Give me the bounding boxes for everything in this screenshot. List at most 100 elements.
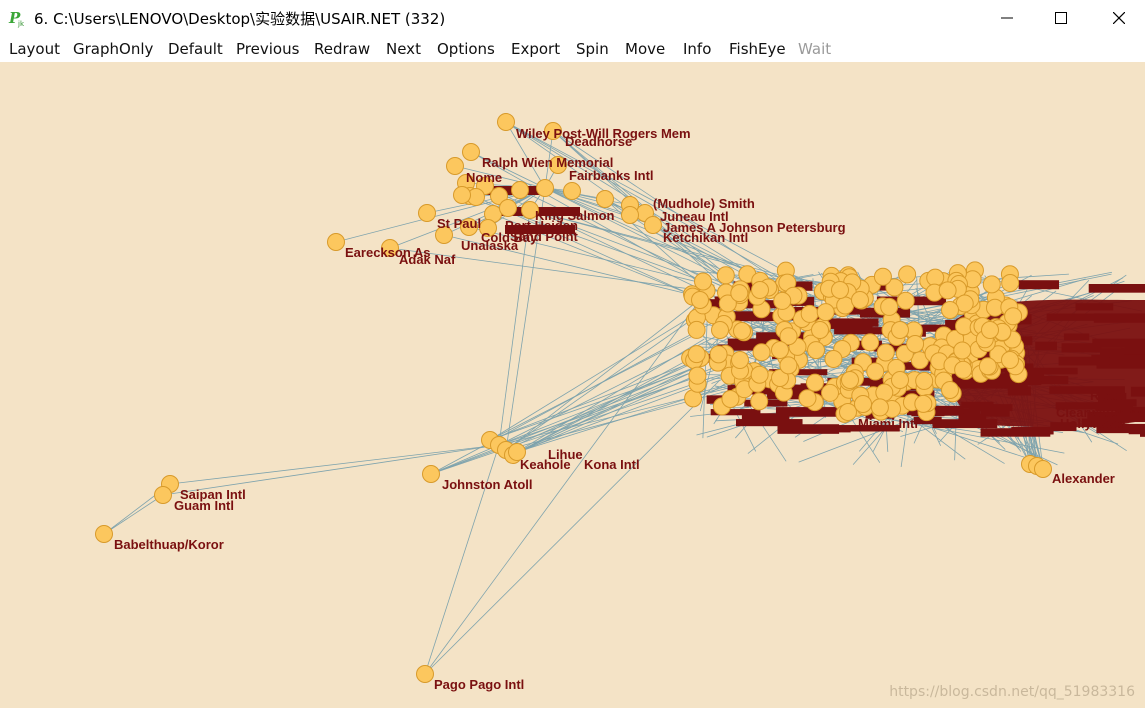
menu-redraw[interactable]: Redraw	[314, 40, 370, 58]
airport-node[interactable]	[327, 233, 345, 251]
airport-node[interactable]	[1001, 351, 1019, 369]
airport-node[interactable]	[861, 333, 880, 352]
airport-node[interactable]	[691, 291, 709, 309]
airport-node[interactable]	[896, 291, 915, 310]
menu-layout[interactable]: Layout	[9, 40, 60, 58]
airport-node[interactable]	[732, 322, 751, 341]
airport-node[interactable]	[694, 272, 713, 291]
minimize-button[interactable]	[984, 0, 1030, 36]
close-button[interactable]	[1096, 0, 1142, 36]
airport-node[interactable]	[154, 486, 172, 504]
airport-node[interactable]	[716, 266, 735, 285]
airport-node[interactable]	[926, 268, 945, 287]
airport-node[interactable]	[1004, 307, 1023, 326]
airport-node[interactable]	[462, 143, 480, 161]
menu-default[interactable]: Default	[168, 40, 223, 58]
airport-node[interactable]	[511, 181, 529, 199]
airport-node[interactable]	[824, 349, 843, 368]
airport-node[interactable]	[839, 403, 857, 421]
edge	[512, 318, 765, 456]
menu-next[interactable]: Next	[386, 40, 421, 58]
airport-node[interactable]	[771, 341, 789, 359]
airport-node[interactable]	[418, 204, 436, 222]
airport-node[interactable]	[941, 301, 959, 319]
overlapping-label-fragment	[1122, 423, 1145, 433]
airport-node[interactable]	[751, 281, 769, 299]
airport-node[interactable]	[807, 341, 826, 360]
network-graph[interactable]: Wiley Post-Will Rogers Mem Deadhorse Ral…	[0, 62, 1145, 708]
overlapping-label-fragment	[1061, 343, 1102, 353]
menu-graphonly[interactable]: GraphOnly	[73, 40, 153, 58]
menu-spin[interactable]: Spin	[576, 40, 609, 58]
airport-node[interactable]	[981, 321, 999, 339]
airport-node[interactable]	[730, 284, 749, 303]
airport-node[interactable]	[644, 216, 662, 234]
airport-node[interactable]	[752, 343, 771, 362]
airport-node[interactable]	[750, 365, 769, 384]
menu-info[interactable]: Info	[683, 40, 711, 58]
airport-node[interactable]	[687, 345, 706, 364]
airport-node[interactable]	[773, 291, 792, 310]
maximize-button[interactable]	[1038, 0, 1084, 36]
airport-node[interactable]	[497, 113, 515, 131]
airport-node[interactable]	[873, 267, 892, 286]
airport-node[interactable]	[816, 303, 835, 322]
airport-node[interactable]	[898, 265, 917, 284]
airport-node[interactable]	[891, 371, 909, 389]
label-johnston: Johnston Atoll	[442, 477, 533, 492]
airport-node[interactable]	[805, 373, 824, 392]
airport-node[interactable]	[1034, 460, 1052, 478]
network-canvas[interactable]: Wiley Post-Will Rogers Mem Deadhorse Ral…	[0, 62, 1145, 708]
airport-node[interactable]	[891, 321, 909, 339]
airport-node[interactable]	[820, 383, 839, 402]
menu-export[interactable]: Export	[511, 40, 560, 58]
airport-node[interactable]	[875, 383, 894, 402]
airport-node[interactable]	[798, 389, 817, 408]
airport-node[interactable]	[841, 371, 859, 389]
airport-node[interactable]	[953, 341, 972, 360]
airport-node[interactable]	[621, 206, 639, 224]
airport-node[interactable]	[1001, 274, 1020, 293]
airport-node[interactable]	[941, 381, 959, 399]
label-sand-point: Sand Point	[510, 229, 579, 244]
airport-node[interactable]	[978, 357, 997, 376]
airport-node[interactable]	[851, 291, 869, 309]
airport-node[interactable]	[876, 343, 895, 362]
airport-node[interactable]	[906, 334, 925, 353]
airport-node[interactable]	[938, 281, 957, 300]
airport-node[interactable]	[870, 398, 889, 417]
menu-move[interactable]: Move	[625, 40, 665, 58]
airport-node[interactable]	[422, 465, 440, 483]
airport-node[interactable]	[688, 366, 707, 385]
airport-node[interactable]	[800, 304, 819, 323]
airport-node[interactable]	[750, 392, 769, 411]
airport-node[interactable]	[779, 356, 798, 375]
airport-node[interactable]	[446, 157, 464, 175]
airport-node[interactable]	[914, 394, 933, 413]
airport-node[interactable]	[709, 345, 728, 364]
airport-node[interactable]	[880, 297, 899, 316]
label-hollywood: Hollywood	[1060, 416, 1126, 431]
menu-options[interactable]: Options	[437, 40, 495, 58]
airport-node[interactable]	[731, 351, 749, 369]
airport-node[interactable]	[453, 186, 471, 204]
airport-node[interactable]	[866, 362, 885, 381]
menu-fisheye[interactable]: FishEye	[729, 40, 786, 58]
airport-node[interactable]	[915, 371, 934, 390]
airport-node[interactable]	[536, 179, 554, 197]
airport-node[interactable]	[499, 199, 517, 217]
menu-previous[interactable]: Previous	[236, 40, 299, 58]
airport-node[interactable]	[95, 525, 113, 543]
airport-node[interactable]	[416, 665, 434, 683]
label-adak: Adak Naf	[399, 252, 456, 267]
airport-node[interactable]	[854, 395, 872, 413]
airport-node[interactable]	[811, 321, 829, 339]
airport-node[interactable]	[982, 275, 1001, 294]
airport-node[interactable]	[954, 360, 973, 379]
airport-node[interactable]	[831, 281, 849, 299]
airport-node[interactable]	[596, 190, 614, 208]
airport-node[interactable]	[711, 321, 729, 339]
overlapping-label-fragment	[1063, 333, 1090, 341]
airport-node[interactable]	[563, 182, 581, 200]
airport-node[interactable]	[687, 320, 706, 339]
